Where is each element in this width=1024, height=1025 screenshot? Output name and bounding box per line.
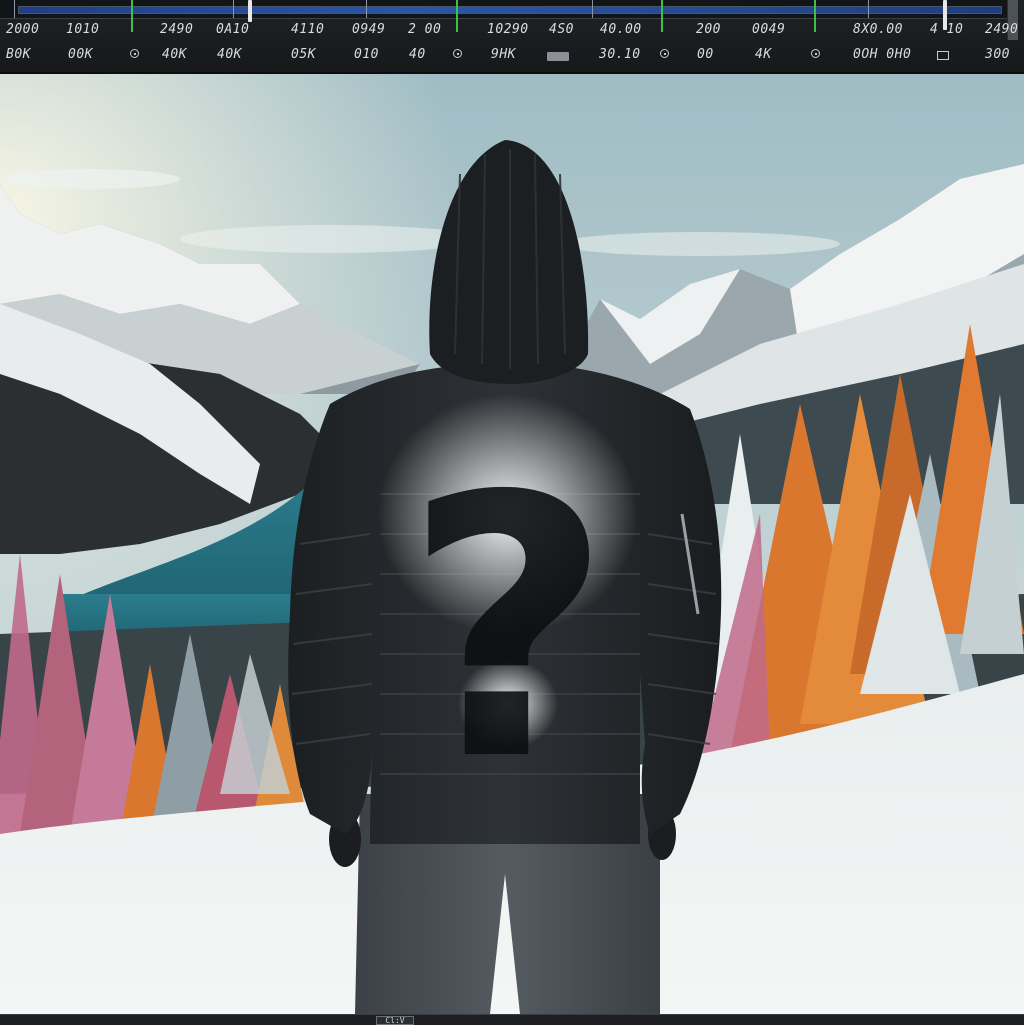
timeline-tick (14, 0, 15, 18)
readout-value[interactable]: 200 (696, 22, 721, 37)
readout-value[interactable]: 300 (985, 47, 1010, 62)
knob-icon[interactable] (130, 49, 139, 58)
readout-value[interactable]: 2 00 (408, 22, 441, 37)
readout-value[interactable]: 2000 (6, 22, 39, 37)
readout-value[interactable]: 40K (162, 47, 187, 62)
readout-value[interactable]: B0K (6, 47, 31, 62)
readout-value[interactable]: 0049 (752, 22, 785, 37)
checkbox[interactable] (937, 51, 949, 60)
timeline-track[interactable] (18, 6, 1002, 14)
readout-value[interactable]: 40K (217, 47, 242, 62)
readout-value[interactable]: 40.00 (600, 22, 642, 37)
readout-value[interactable]: 010 (354, 47, 379, 62)
readout-toolbar: 2000 1010 2490 0A10 4110 0949 2 00 10290… (0, 0, 1024, 74)
readout-value[interactable]: 4S0 (549, 22, 574, 37)
readout-value[interactable]: 4110 (291, 22, 324, 37)
timeline-tick (592, 0, 593, 18)
readout-row-bottom: B0K 00K 40K 40K 05K 010 40 9HK 30.10 00 … (0, 45, 1024, 67)
timeline-tick (868, 0, 869, 18)
image-viewport[interactable]: ? (0, 74, 1024, 1014)
timeline-scrubber[interactable] (0, 0, 1016, 32)
timeline-tick (366, 0, 367, 18)
readout-value[interactable]: 9HK (491, 47, 516, 62)
toggle-button[interactable] (547, 52, 569, 61)
readout-value[interactable]: 4 10 (930, 22, 963, 37)
playhead[interactable] (248, 0, 252, 22)
readout-value[interactable]: 00K (68, 47, 93, 62)
readout-value[interactable]: 2490 (985, 22, 1018, 37)
timeline-tick (233, 0, 234, 18)
readout-value[interactable]: 0A10 (216, 22, 249, 37)
readout-value[interactable]: 4K (755, 47, 772, 62)
readout-value[interactable]: 0949 (352, 22, 385, 37)
readout-value[interactable]: 30.10 (599, 47, 641, 62)
readout-value[interactable]: 00 (697, 47, 714, 62)
readout-value[interactable]: 2490 (160, 22, 193, 37)
question-mark-glyph: ? (404, 420, 613, 839)
status-strip: Cl:V (0, 1014, 1024, 1025)
readout-row-top: 2000 1010 2490 0A10 4110 0949 2 00 10290… (0, 20, 1024, 42)
readout-value[interactable]: 05K (291, 47, 316, 62)
question-mark-overlay: ? (378, 394, 638, 839)
knob-icon[interactable] (811, 49, 820, 58)
readout-value[interactable]: 1010 (66, 22, 99, 37)
knob-icon[interactable] (660, 49, 669, 58)
readout-value[interactable]: 10290 (487, 22, 529, 37)
readout-value[interactable]: 0OH 0H0 (853, 47, 911, 62)
landscape-scene: ? (0, 74, 1024, 1014)
readout-value[interactable]: 40 (409, 47, 426, 62)
knob-icon[interactable] (453, 49, 462, 58)
readout-value[interactable]: 8X0.00 (853, 22, 903, 37)
